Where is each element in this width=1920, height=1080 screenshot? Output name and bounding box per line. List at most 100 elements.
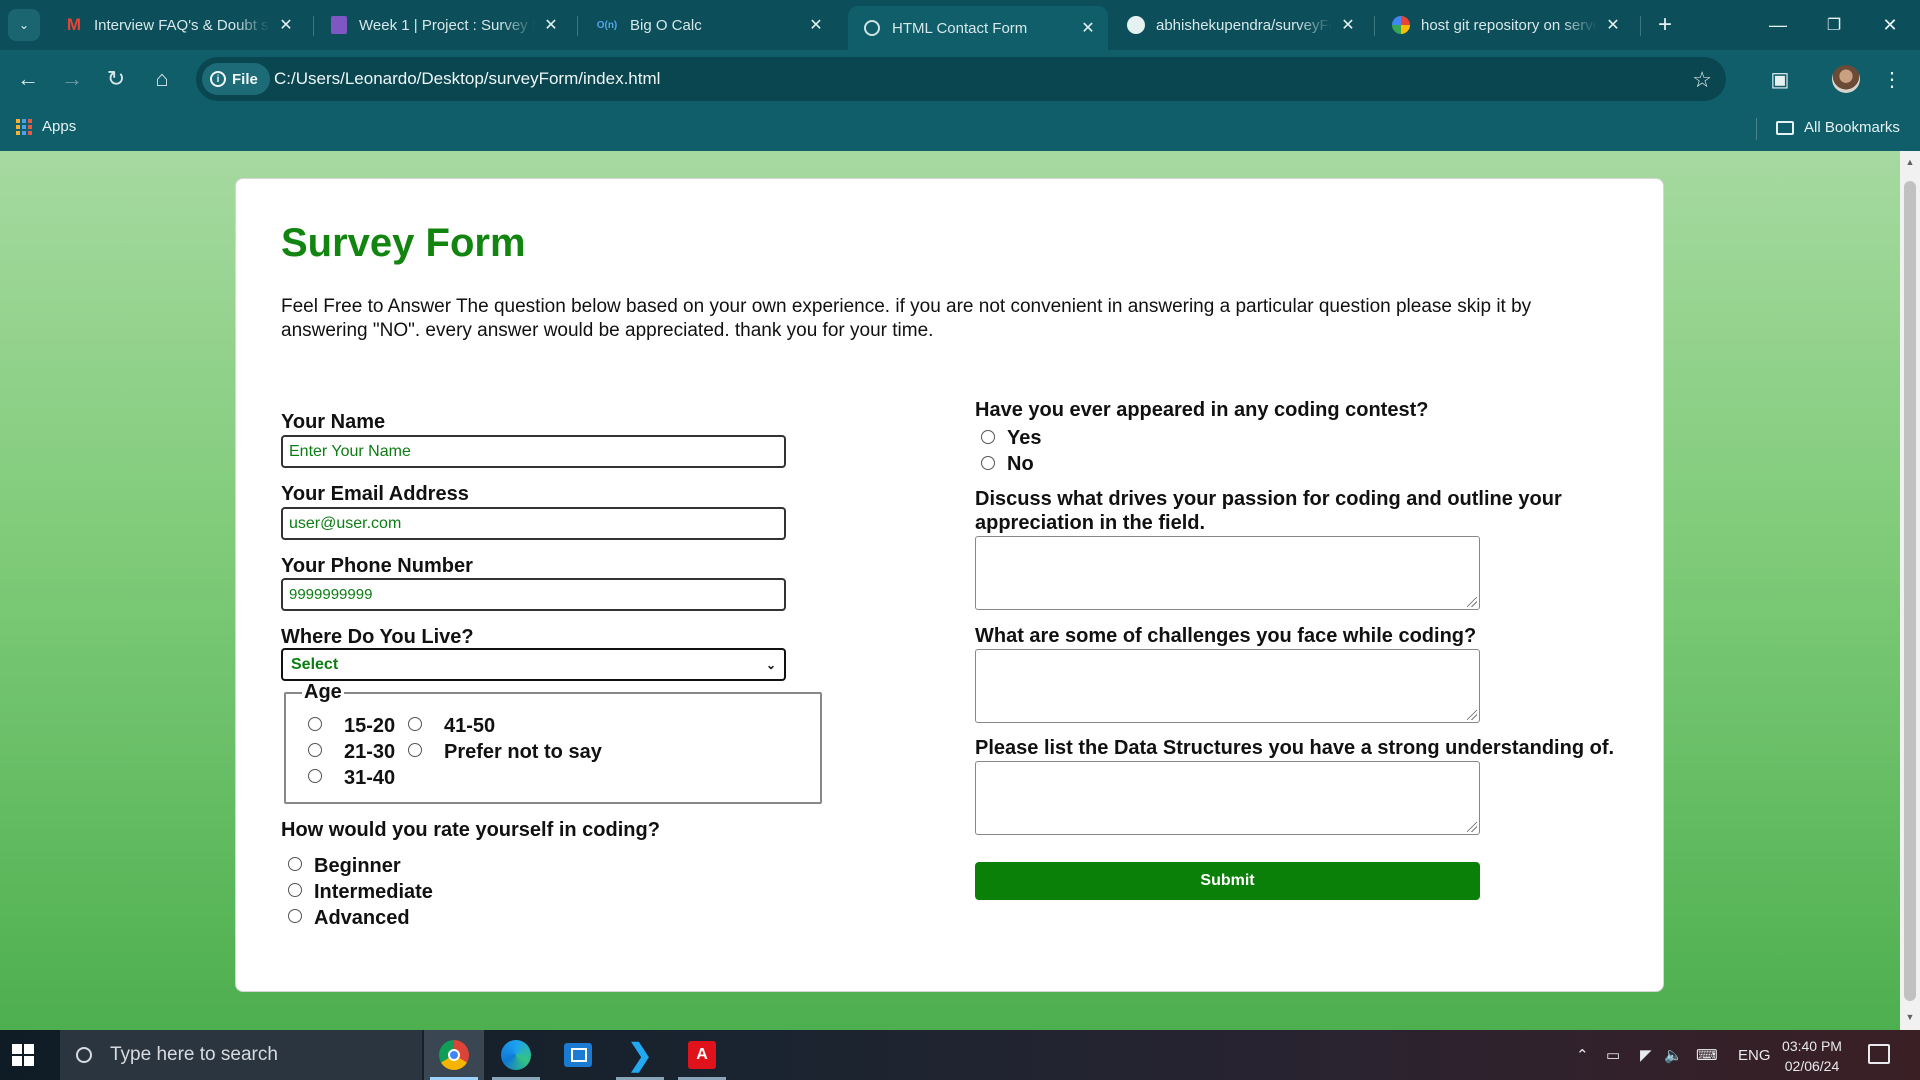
age-option-label: 31-40 — [344, 767, 396, 789]
tab-big-o-calc[interactable]: O(n) Big O Calc ✕ — [580, 6, 836, 44]
contest-option-label: Yes — [1007, 427, 1042, 449]
taskbar-clock[interactable]: 03:40 PM 02/06/24 — [1772, 1036, 1852, 1076]
close-window-button[interactable]: ✕ — [1862, 0, 1918, 50]
name-input[interactable]: Enter Your Name — [281, 435, 786, 468]
contest-radio-no[interactable] — [981, 456, 995, 470]
taskbar-remote-desktop[interactable] — [548, 1030, 608, 1080]
resize-grip-icon[interactable] — [1467, 597, 1477, 607]
profile-avatar[interactable] — [1832, 65, 1860, 93]
contest-radio-yes[interactable] — [981, 430, 995, 444]
name-placeholder: Enter Your Name — [289, 442, 411, 460]
taskbar-acrobat[interactable]: A — [672, 1030, 732, 1080]
rating-option-label: Beginner — [314, 855, 401, 877]
site-info-chip[interactable]: i File — [202, 63, 270, 95]
extensions-button[interactable]: ▣ — [1764, 63, 1796, 95]
tab-week1-project[interactable]: Week 1 | Project : Survey Form ✕ — [315, 6, 571, 44]
close-tab-icon[interactable]: ✕ — [1078, 18, 1098, 38]
browser-toolbar: ← → ↻ ⌂ i File C:/Users/Leonardo/Desktop… — [0, 50, 1920, 108]
tab-gmail[interactable]: M Interview FAQ's & Doubt sess ✕ — [50, 6, 306, 44]
tray-show-hidden[interactable]: ⌃ — [1576, 1030, 1589, 1080]
home-icon: ⌂ — [155, 66, 169, 91]
close-tab-icon[interactable]: ✕ — [541, 15, 561, 35]
tray-language[interactable]: ENG — [1738, 1030, 1771, 1080]
tab-github-surveyform[interactable]: abhishekupendra/surveyForm ✕ — [1112, 6, 1368, 44]
kebab-menu-icon: ⋮ — [1882, 68, 1902, 91]
plus-icon: + — [1657, 11, 1672, 38]
start-button[interactable] — [12, 1044, 34, 1066]
rating-radio-advanced[interactable] — [288, 909, 302, 923]
wifi-icon: ◤ — [1640, 1047, 1652, 1064]
menu-button[interactable]: ⋮ — [1876, 63, 1908, 95]
location-selected: Select — [291, 655, 339, 673]
close-icon: ✕ — [1882, 14, 1898, 35]
taskbar-chrome[interactable] — [424, 1030, 484, 1080]
forward-button[interactable]: → — [56, 63, 88, 95]
folder-icon — [1776, 120, 1794, 135]
apps-label: Apps — [42, 118, 77, 135]
passion-textarea[interactable] — [975, 536, 1480, 610]
challenges-textarea[interactable] — [975, 649, 1480, 723]
tab-title: host git repository on server — [1421, 16, 1597, 34]
edge-icon — [501, 1040, 531, 1070]
chevron-down-icon: ⌄ — [18, 18, 30, 32]
close-tab-icon[interactable]: ✕ — [1338, 15, 1358, 35]
resize-grip-icon[interactable] — [1467, 822, 1477, 832]
notification-icon[interactable] — [1868, 1044, 1890, 1064]
new-tab-button[interactable]: + — [1650, 10, 1680, 40]
back-button[interactable]: ← — [12, 63, 44, 95]
location-select[interactable]: Select ⌄ — [281, 648, 786, 681]
site-info-label: File — [232, 70, 258, 88]
intro-text: Feel Free to Answer The question below b… — [281, 296, 1532, 341]
scroll-up-icon[interactable]: ▲ — [1904, 157, 1916, 169]
bigo-icon: O(n) — [596, 19, 618, 31]
age-legend: Age — [302, 681, 344, 704]
close-tab-icon[interactable]: ✕ — [806, 15, 826, 35]
age-radio-21-30[interactable] — [308, 743, 322, 757]
rating-radio-beginner[interactable] — [288, 857, 302, 871]
age-radio-15-20[interactable] — [308, 717, 322, 731]
data-structures-textarea[interactable] — [975, 761, 1480, 835]
apps-shortcut[interactable]: Apps — [16, 118, 76, 135]
scroll-down-icon[interactable]: ▼ — [1904, 1012, 1916, 1024]
resize-grip-icon[interactable] — [1467, 710, 1477, 720]
rating-radio-intermediate[interactable] — [288, 883, 302, 897]
tray-network[interactable]: ◤ — [1640, 1030, 1652, 1080]
close-tab-icon[interactable]: ✕ — [1603, 15, 1623, 35]
restore-button[interactable]: ❐ — [1806, 0, 1862, 50]
vertical-scrollbar[interactable]: ▲ ▼ — [1900, 151, 1920, 1030]
phone-input[interactable]: 9999999999 — [281, 578, 786, 611]
scrollbar-thumb[interactable] — [1904, 181, 1916, 1001]
location-label: Where Do You Live? — [281, 626, 474, 648]
age-radio-31-40[interactable] — [308, 769, 322, 783]
age-radio-41-50[interactable] — [408, 717, 422, 731]
submit-button[interactable]: Submit — [975, 862, 1480, 900]
tray-battery[interactable]: ▭ — [1606, 1030, 1620, 1080]
age-option-label: 21-30 — [344, 741, 396, 763]
reload-button[interactable]: ↻ — [100, 63, 132, 95]
name-label: Your Name — [281, 411, 386, 433]
apps-grid-icon — [16, 118, 32, 135]
bookmark-star-icon[interactable]: ☆ — [1692, 67, 1712, 93]
tab-title: Big O Calc — [630, 16, 702, 34]
tab-google-search[interactable]: host git repository on server ✕ — [1377, 6, 1633, 44]
minimize-button[interactable]: — — [1750, 0, 1806, 50]
email-input[interactable]: user@user.com — [281, 507, 786, 540]
tab-title: Week 1 | Project : Survey Form — [359, 16, 535, 34]
rating-option-label: Advanced — [314, 907, 410, 929]
all-bookmarks-button[interactable]: All Bookmarks — [1776, 119, 1900, 136]
taskbar-vscode[interactable]: ❯ — [610, 1030, 670, 1080]
survey-card: Survey Form Feel Free to Answer The ques… — [235, 178, 1664, 992]
url-text[interactable]: C:/Users/Leonardo/Desktop/surveyForm/ind… — [274, 69, 660, 89]
tray-volume[interactable]: 🔈 — [1664, 1030, 1683, 1080]
tray-keyboard[interactable]: ⌨ — [1696, 1030, 1718, 1080]
tab-search-button[interactable]: ⌄ — [8, 9, 40, 41]
taskbar-edge[interactable] — [486, 1030, 546, 1080]
passion-label: Discuss what drives your passion for cod… — [975, 488, 1562, 534]
home-button[interactable]: ⌂ — [146, 63, 178, 95]
address-bar[interactable]: i File C:/Users/Leonardo/Desktop/surveyF… — [196, 57, 1726, 101]
taskbar-search[interactable]: Type here to search — [60, 1030, 422, 1080]
close-tab-icon[interactable]: ✕ — [276, 15, 296, 35]
age-radio-prefer-not[interactable] — [408, 743, 422, 757]
tab-html-contact-form[interactable]: HTML Contact Form ✕ — [848, 6, 1108, 50]
github-icon — [1126, 15, 1146, 35]
